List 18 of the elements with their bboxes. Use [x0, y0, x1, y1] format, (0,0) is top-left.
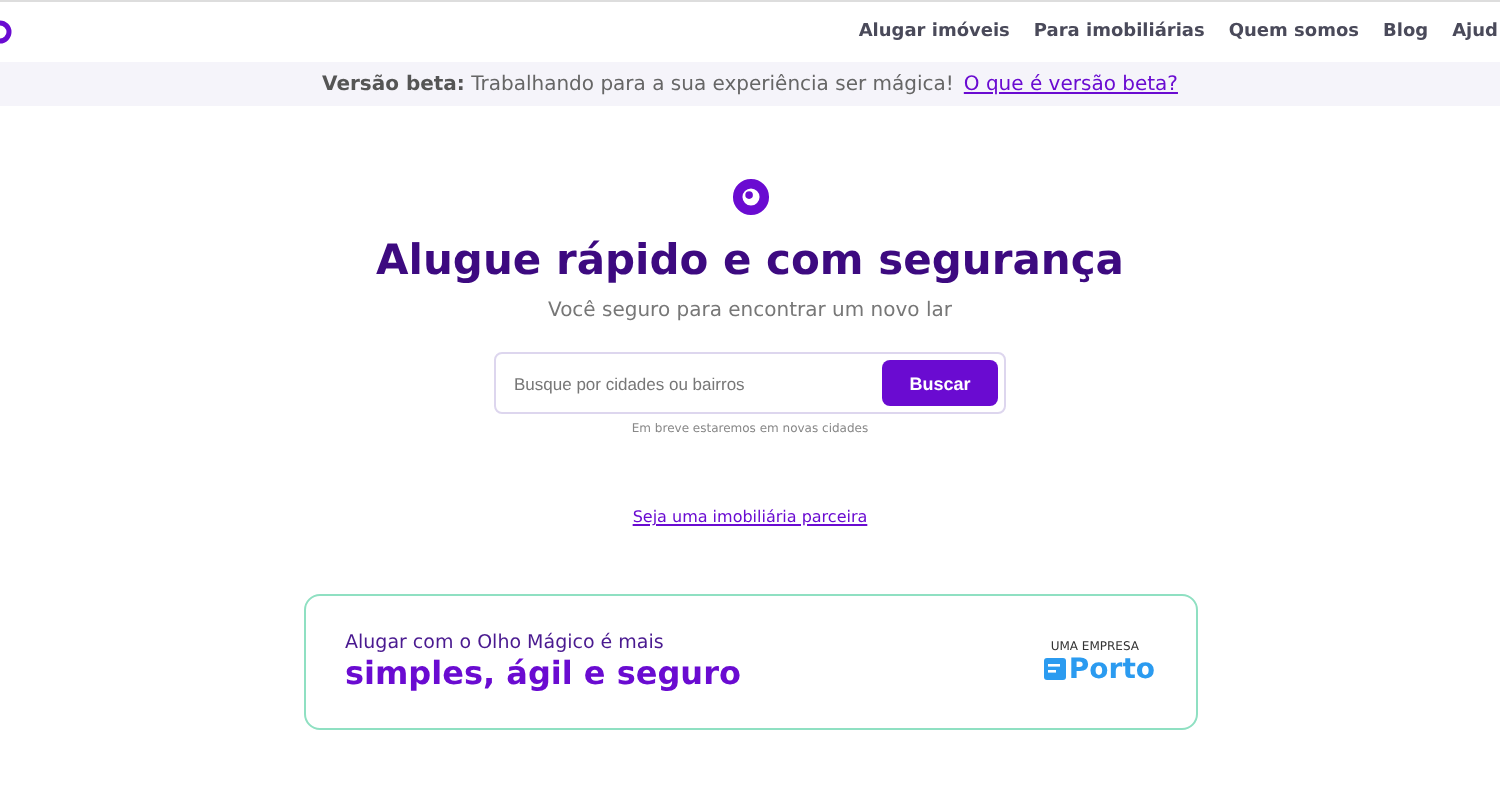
nav-link[interactable]: Quem somos: [1228, 22, 1360, 42]
search-button[interactable]: Buscar: [882, 360, 998, 406]
beta-info-link[interactable]: O que é versão beta?: [963, 73, 1178, 95]
partner-link[interactable]: Seja uma imobiliária parceira: [632, 508, 868, 526]
nav-link[interactable]: Para imobiliárias: [1033, 22, 1205, 42]
promo-headline: simples, ágil e seguro: [345, 654, 741, 692]
nav-link[interactable]: Ajud: [1452, 22, 1498, 42]
logo-icon[interactable]: [0, 20, 12, 44]
promo-text: Alugar com o Olho Mágico é mais: [345, 632, 666, 654]
partner-name: Porto: [1068, 653, 1155, 685]
hero-subtitle: Você seguro para encontrar um novo lar: [548, 300, 952, 322]
nav-link[interactable]: Blog: [1383, 22, 1429, 42]
porto-logo-icon: [1044, 658, 1067, 680]
logo-icon: [731, 178, 769, 216]
hero-title: Alugue rápido e com segurança: [376, 236, 1124, 284]
search-field[interactable]: Busque por cidades ou bairros Buscar: [494, 352, 1006, 414]
beta-message: Versão beta: Trabalhando para a sua experiência ser mágica!: [322, 73, 954, 95]
nav-link[interactable]: Alugar imóveis: [858, 22, 1010, 42]
